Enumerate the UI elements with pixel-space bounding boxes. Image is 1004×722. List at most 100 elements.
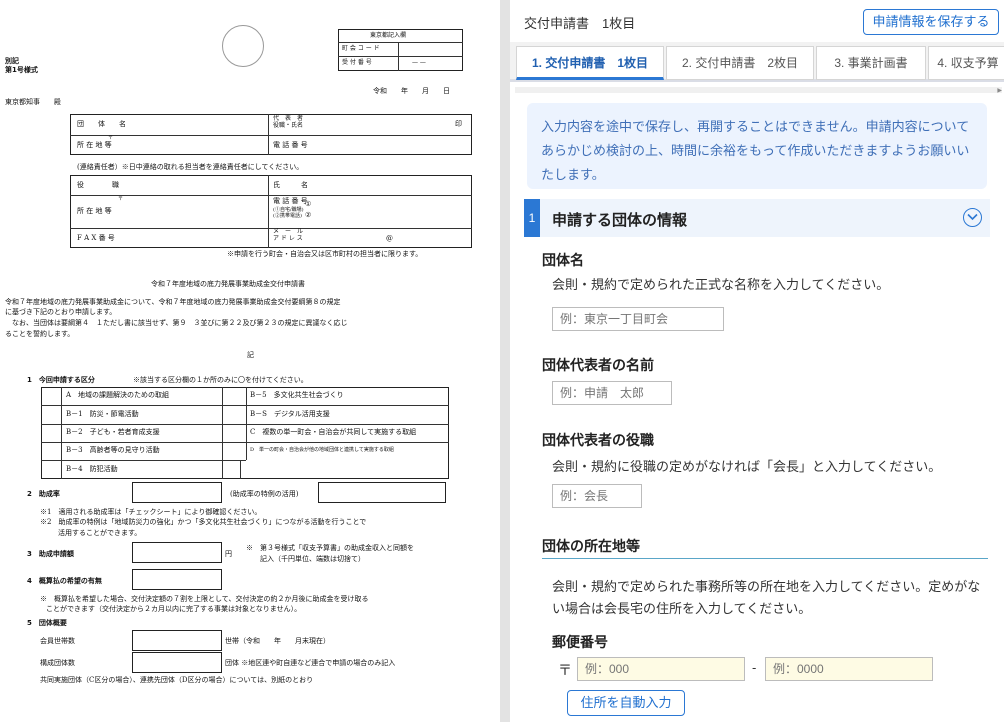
- at-mark: @: [386, 234, 393, 242]
- postal-code-first-input[interactable]: [577, 657, 745, 681]
- tab-application-page-2[interactable]: 2. 交付申請書 2枚目: [666, 46, 814, 80]
- group-name-label: 団体名: [542, 252, 584, 268]
- section-5-title: 5 団体概要: [27, 619, 67, 627]
- households-box: [132, 630, 222, 651]
- amount-note-1: ※ 第３号様式「収支予算書」の助成金収入と同額を: [246, 544, 414, 552]
- mail-label: メ ー ル ア ド レ ス: [273, 228, 304, 242]
- kubun-c: C 複数の単一町会・自治会が共同して実施する取組: [250, 428, 417, 436]
- town-code-label: 町 会 コ ー ド: [342, 45, 380, 52]
- top-bar: 交付申請書 1枚目 申請情報を保存する: [510, 0, 1004, 42]
- advance-note-2: ことができます（交付決定から２カ月以内に完了する事業は対象となりません）。: [46, 605, 302, 613]
- section-4-title: 4 概算払の希望の有無: [27, 577, 102, 585]
- form-number: 第1号様式: [5, 66, 38, 74]
- date-line: 令和 年 月 日: [373, 87, 450, 95]
- rate-note-3: 活用することができます。: [58, 529, 142, 537]
- tokyo-box-title: 東京都記入欄: [370, 32, 407, 39]
- kubun-b1: B－1 防災・節電活動: [66, 410, 139, 418]
- body-line-4: ることを誓約します。: [5, 330, 75, 338]
- kubun-d: D 単一の町会・自治会が他の地域団体と連携して実施する取組: [250, 447, 394, 453]
- advance-note-1: ※ 概算払を希望した場合、交付決定額の７割を上限として、交付決定の約２か月後に助…: [40, 595, 369, 603]
- contact-note: (連絡責任者）※日中連絡の取れる担当者を連絡責任者にしてください。: [77, 163, 304, 171]
- rep-name-input[interactable]: [552, 381, 672, 405]
- households-unit: 世帯（令和 年 月末現在）: [225, 637, 330, 645]
- section-number: 1: [524, 199, 540, 237]
- addressee: 東京都知事 殿: [5, 98, 61, 106]
- advance-box: [132, 569, 222, 590]
- current-page-title: 交付申請書 1枚目: [524, 16, 636, 31]
- tab-application-page-1[interactable]: 1. 交付申請書 1枚目: [516, 46, 664, 80]
- doc-title: 令和７年度地域の底力発展事業助成金交付申請書: [151, 280, 305, 288]
- ki-label: 記: [247, 351, 254, 359]
- phone-label: 電 話 番 号: [273, 141, 308, 149]
- pane-divider[interactable]: [500, 0, 510, 722]
- members-box: [132, 652, 222, 673]
- rate-note-1: ※1 適用される助成率は「チェックシート」により御確認ください。: [40, 508, 262, 516]
- postal-code-label: 郵便番号: [552, 634, 608, 650]
- chevron-down-icon[interactable]: [963, 208, 982, 227]
- households-label: 会員世帯数: [40, 637, 75, 645]
- kubun-a: A 地域の課題解決のための取組: [66, 391, 170, 399]
- kubun-b4: B－4 防犯活動: [66, 465, 118, 473]
- rep-title-label: 団体代表者の役職: [542, 432, 654, 448]
- group-name-label: 団 体 名: [77, 120, 126, 128]
- rep-label: 代 表 者 役職・氏名: [273, 115, 304, 129]
- section-2-title: 2 助成率: [27, 490, 60, 498]
- section-title: 申請する団体の情報: [552, 212, 688, 229]
- notice-box: 入力内容を途中で保存し、再開することはできません。申請内容についてあらかじめ検討…: [527, 103, 987, 189]
- fax-label: F A X 番 号: [77, 234, 115, 242]
- tab-budget[interactable]: 4. 収支予算: [928, 46, 1004, 80]
- postal-dash: -: [752, 660, 757, 675]
- amount-yen: 円: [225, 550, 232, 558]
- notice-text: 入力内容を途中で保存し、再開することはできません。申請内容についてあらかじめ検討…: [541, 119, 970, 182]
- section-1-note: ※該当する区分欄の１か所のみに〇を付けてください。: [133, 376, 308, 384]
- postal-mark-icon: 〒: [558, 662, 572, 678]
- kubun-b3: B－3 高齢者等の見守り活動: [66, 446, 160, 454]
- members-unit: 団体 ※地区連や町自連など連合で申請の場合のみ記入: [225, 659, 396, 667]
- section-3-title: 3 助成申請額: [27, 550, 74, 558]
- receipt-number-value: — —: [412, 59, 426, 66]
- rate-note-2: ※2 助成率の特例は「地域防災力の強化」かつ「多文化共生社会づくり」につながる活…: [40, 518, 367, 526]
- postal-mark: 〒: [108, 135, 114, 141]
- tab-bar: 1. 交付申請書 1枚目 2. 交付申請書 2枚目 3. 事業計画書 4. 収支…: [510, 42, 1004, 82]
- scroll-right-icon[interactable]: ▶: [997, 87, 1002, 94]
- amount-box: [132, 542, 222, 563]
- postal-code-second-input[interactable]: [765, 657, 933, 681]
- rep-name-label: 団体代表者の名前: [542, 357, 654, 373]
- group-name-description: 会則・規約で定められた正式な名称を入力してください。: [552, 277, 890, 292]
- amount-note-2: 記入（千円単位、端数は切捨て）: [260, 555, 365, 563]
- address-divider: [542, 558, 988, 559]
- section-header[interactable]: 1 申請する団体の情報: [524, 199, 990, 237]
- seal-mark: 印: [455, 120, 462, 128]
- rep-title-description: 会則・規約に役職の定めがなければ「会長」と入力してください。: [552, 459, 942, 474]
- body-line-2: に基づき下記のとおり申請します。: [5, 308, 117, 316]
- document-preview: 別記 第1号様式 東京都記入欄 町 会 コ ー ド 受 付 番 号 — — 令和…: [0, 0, 500, 722]
- save-application-button[interactable]: 申請情報を保存する: [863, 9, 999, 35]
- horizontal-scrollbar[interactable]: [515, 87, 1002, 93]
- phone-2-mark: ②: [305, 211, 312, 219]
- kubun-b5: B－5 多文化共生社会づくり: [250, 391, 344, 399]
- receipt-number-label: 受 付 番 号: [342, 59, 372, 66]
- phone-sub-labels: (①自宅/職場) (②携帯電話): [273, 207, 304, 219]
- apply-note: ※申請を行う町会・自治会又は区市町村の担当者に限ります。: [227, 250, 423, 258]
- section-1-title: 1 今回申請する区分: [27, 376, 95, 384]
- postal-mark-2: 〒: [118, 196, 124, 202]
- stamp-circle: [222, 25, 264, 67]
- rep-title-input[interactable]: [552, 484, 642, 508]
- group-name-input[interactable]: [552, 307, 724, 331]
- contact-table: [70, 175, 472, 248]
- rate-box: [132, 482, 222, 503]
- rate-special-box: [318, 482, 446, 503]
- phone-label-2: 電 話 番 号: [273, 197, 308, 205]
- phone-1-mark: ①: [305, 200, 312, 208]
- name-label: 氏 名: [273, 181, 308, 189]
- kubun-bs: B－S デジタル活用支援: [250, 410, 330, 418]
- auto-fill-address-button[interactable]: 住所を自動入力: [567, 690, 685, 716]
- beppyo-label: 別記: [5, 57, 19, 65]
- joint-note: 共同実施団体（C区分の場合）、連携先団体（D区分の場合）については、別紙のとおり: [40, 676, 314, 684]
- form-panel: 交付申請書 1枚目 申請情報を保存する 1. 交付申請書 1枚目 2. 交付申請…: [510, 0, 1004, 722]
- rate-special-label: (助成率の特例の活用): [230, 490, 299, 498]
- body-line-1: 令和７年度地域の底力発展事業助成金について、令和７年度地域の底力発展事業助成金交…: [5, 298, 341, 306]
- tab-business-plan[interactable]: 3. 事業計画書: [816, 46, 926, 80]
- body-line-3: なお、当団体は要綱第４ １ただし書に該当せず、第９ ３並びに第２２及び第２３の規…: [12, 319, 348, 327]
- address-description: 会則・規約で定められた事務所等の所在地を入力してください。定めがない場合は会長宅…: [552, 579, 981, 616]
